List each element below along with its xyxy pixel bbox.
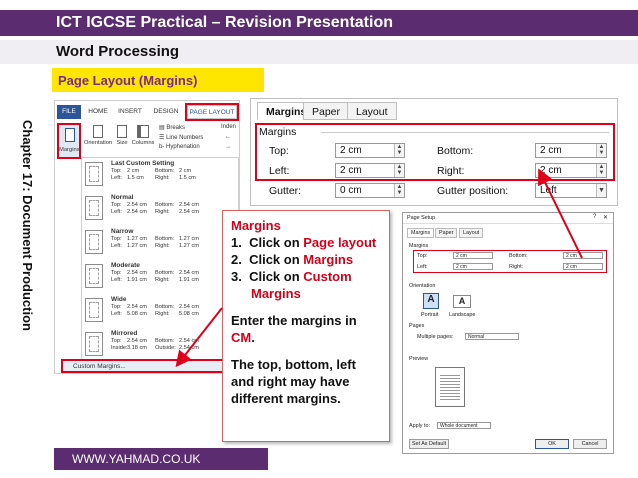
footer-bar: WWW.YAHMAD.CO.UK (54, 448, 268, 470)
annotation-arrows (175, 168, 583, 368)
arrow-to-custom-margins (175, 307, 223, 368)
slide: ICT IGCSE Practical – Revision Presentat… (0, 0, 638, 478)
website-link[interactable]: WWW.YAHMAD.CO.UK (72, 452, 200, 466)
arrow-to-margin-fields (538, 168, 583, 259)
